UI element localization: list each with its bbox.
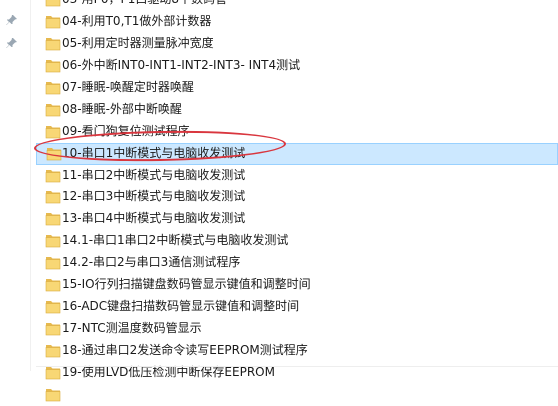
folder-name: 06-外中断INT0-INT1-INT2-INT3- INT4测试	[62, 57, 301, 72]
folder-row[interactable]: 03-用P0，P1口驱动8个数码管	[36, 0, 558, 11]
folder-name: 05-利用定时器测量脉冲宽度	[62, 35, 214, 50]
folder-name: 13-串口4中断模式与电脑收发测试	[62, 211, 246, 226]
folder-icon	[45, 213, 61, 226]
folder-icon	[45, 388, 61, 402]
folder-name: 15-IO行列扫描键盘数码管显示键值和调整时间	[62, 277, 311, 292]
folder-icon	[45, 235, 61, 248]
folder-row[interactable]: 08-睡眠-外部中断唤醒	[36, 99, 558, 121]
folder-icon	[45, 366, 61, 380]
folder-name: 04-利用T0,T1做外部计数器	[62, 13, 212, 28]
folder-row[interactable]: 16-ADC键盘扫描数码管显示键值和调整时间	[36, 296, 558, 318]
folder-icon	[45, 37, 61, 51]
folder-row-selected[interactable]: 10-串口1中断模式与电脑收发测试	[36, 142, 558, 165]
folder-icon	[45, 279, 61, 292]
folder-name: 17-NTC测温度数码管显示	[62, 321, 202, 336]
folder-icon	[45, 81, 61, 95]
folder-icon	[45, 59, 61, 73]
folder-icon	[45, 15, 61, 29]
folder-row[interactable]: 12-串口3中断模式与电脑收发测试	[36, 186, 558, 208]
folder-icon	[45, 323, 61, 336]
folder-row[interactable]: 06-外中断INT0-INT1-INT2-INT3- INT4测试	[36, 55, 558, 77]
folder-row[interactable]: 05-利用定时器测量脉冲宽度	[36, 33, 558, 55]
folder-name: 11-串口2中断模式与电脑收发测试	[62, 167, 246, 182]
folder-row[interactable]: 13-串口4中断模式与电脑收发测试	[36, 208, 558, 230]
folder-name: 18-通过串口2发送命令读写EEPROM测试程序	[62, 343, 308, 357]
folder-icon	[45, 301, 61, 314]
folder-row[interactable]: 14.1-串口1串口2中断模式与电脑收发测试	[36, 230, 558, 252]
pin-icon[interactable]	[6, 37, 18, 49]
folder-row[interactable]: 18-通过串口2发送命令读写EEPROM测试程序	[36, 340, 558, 362]
folder-row[interactable]: 17-NTC测温度数码管显示	[36, 318, 558, 340]
folder-row[interactable]: 14.2-串口2与串口3通信测试程序	[36, 252, 558, 274]
folder-icon	[45, 0, 61, 7]
folder-icon	[45, 103, 61, 116]
folder-icon	[45, 345, 61, 358]
folder-icon	[45, 125, 61, 138]
folder-name: 16-ADC键盘扫描数码管显示键值和调整时间	[62, 299, 300, 314]
folder-icon	[45, 191, 61, 204]
navigation-pane	[0, 0, 30, 371]
folder-icon	[45, 169, 61, 182]
folder-name: 03-用P0，P1口驱动8个数码管	[62, 0, 227, 11]
folder-list: 03-用P0，P1口驱动8个数码管 04-利用T0,T1做外部计数器 05-利用定时…	[36, 0, 558, 406]
pane-divider	[30, 0, 31, 371]
folder-row[interactable]	[36, 384, 558, 406]
folder-icon	[46, 147, 62, 160]
folder-row[interactable]: 15-IO行列扫描键盘数码管显示键值和调整时间	[36, 274, 558, 296]
folder-icon	[45, 257, 61, 270]
folder-name: 12-串口3中断模式与电脑收发测试	[62, 189, 246, 204]
folder-name: 09-看门狗复位测试程序	[62, 123, 190, 138]
pin-icon[interactable]	[6, 14, 18, 26]
folder-name: 10-串口1中断模式与电脑收发测试	[62, 145, 246, 160]
folder-name: 07-睡眠-唤醒定时器唤醒	[62, 79, 194, 94]
folder-row[interactable]: 07-睡眠-唤醒定时器唤醒	[36, 77, 558, 99]
folder-row[interactable]: 04-利用T0,T1做外部计数器	[36, 11, 558, 33]
folder-name: 14.1-串口1串口2中断模式与电脑收发测试	[62, 233, 289, 248]
folder-row[interactable]: 09-看门狗复位测试程序	[36, 121, 558, 143]
divider	[36, 366, 558, 367]
folder-name: 14.2-串口2与串口3通信测试程序	[62, 255, 241, 270]
folder-row[interactable]: 11-串口2中断模式与电脑收发测试	[36, 165, 558, 187]
folder-name: 08-睡眠-外部中断唤醒	[62, 101, 182, 116]
